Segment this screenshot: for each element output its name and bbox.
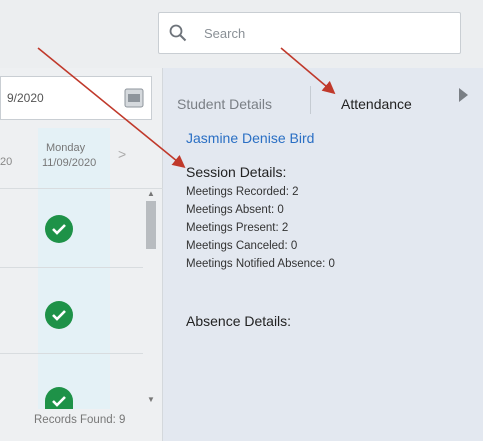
scrollbar-thumb[interactable] bbox=[146, 201, 156, 249]
absence-details-heading: Absence Details: bbox=[186, 313, 292, 329]
tab-divider bbox=[310, 86, 311, 114]
tab-attendance[interactable]: Attendance bbox=[341, 96, 412, 112]
attendance-rows bbox=[0, 189, 163, 409]
app-window: Search 9/2020 20 Monday 11/09/2020 > ▲ ▼… bbox=[0, 0, 483, 441]
session-details-heading: Session Details: bbox=[186, 164, 287, 180]
date-field-value: 9/2020 bbox=[7, 91, 44, 105]
tab-student-details[interactable]: Student Details bbox=[177, 96, 272, 112]
calendar-icon[interactable] bbox=[124, 88, 144, 108]
search-icon bbox=[169, 24, 187, 42]
search-input[interactable]: Search bbox=[204, 26, 245, 41]
grid-scrollbar[interactable]: ▲ ▼ bbox=[145, 189, 157, 409]
date-field[interactable]: 9/2020 bbox=[0, 76, 152, 120]
day-column-monday[interactable]: Monday 11/09/2020 bbox=[38, 128, 110, 188]
day-date: 11/09/2020 bbox=[42, 157, 97, 169]
details-panel: Student Details Attendance Jasmine Denis… bbox=[163, 68, 483, 441]
day-name: Monday bbox=[46, 142, 86, 154]
row-divider bbox=[0, 267, 143, 268]
meetings-present: Meetings Present: 2 bbox=[186, 222, 289, 234]
present-check-icon[interactable] bbox=[45, 301, 73, 329]
search-box[interactable]: Search bbox=[158, 12, 461, 54]
tab-scroll-right-icon[interactable] bbox=[459, 88, 468, 102]
next-day-chevron-icon[interactable]: > bbox=[118, 146, 126, 162]
present-check-icon[interactable] bbox=[45, 387, 73, 409]
scroll-up-icon[interactable]: ▲ bbox=[147, 189, 155, 198]
scroll-down-icon[interactable]: ▼ bbox=[147, 395, 155, 404]
meetings-absent: Meetings Absent: 0 bbox=[186, 204, 284, 216]
present-check-icon[interactable] bbox=[45, 215, 73, 243]
meetings-recorded: Meetings Recorded: 2 bbox=[186, 186, 299, 198]
meetings-canceled: Meetings Canceled: 0 bbox=[186, 240, 298, 252]
day-column-header: 20 Monday 11/09/2020 > bbox=[0, 128, 163, 189]
row-divider bbox=[0, 353, 143, 354]
student-name-link[interactable]: Jasmine Denise Bird bbox=[186, 130, 314, 146]
records-found: Records Found: 9 bbox=[34, 414, 126, 426]
top-bar: Search bbox=[0, 0, 483, 68]
meetings-notified-absence: Meetings Notified Absence: 0 bbox=[186, 258, 335, 270]
attendance-grid-panel: 9/2020 20 Monday 11/09/2020 > ▲ ▼ Record… bbox=[0, 68, 163, 441]
previous-day-fragment: 20 bbox=[0, 156, 13, 168]
